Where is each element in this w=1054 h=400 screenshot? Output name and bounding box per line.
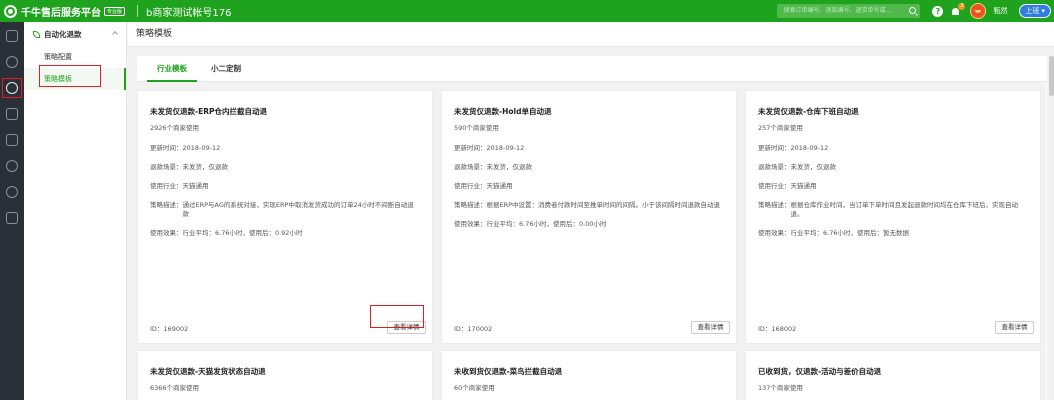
card-usage: 6366个商家使用 <box>150 384 200 392</box>
icon-rail <box>0 22 24 400</box>
annotation-highlight <box>370 305 424 328</box>
view-details-button[interactable]: 查看详情 <box>691 321 730 334</box>
card-title: 未发货仅退款-ERP仓内拦截自动退 <box>150 107 268 116</box>
scrollbar-thumb[interactable] <box>1049 56 1054 96</box>
subnav-group-header[interactable]: 自动化退款 <box>24 22 126 46</box>
app-logo[interactable]: 千牛售后服务平台 专业版 <box>0 4 135 19</box>
work-status-button[interactable]: 上班 ▾ <box>1019 4 1051 18</box>
card-update-time: 更新时间：2018-09-12 <box>758 144 829 152</box>
chevron-down-icon: ▾ <box>1041 7 1045 15</box>
card-usage: 60个商家使用 <box>454 384 495 392</box>
top-bar: 千牛售后服务平台 专业版 b商家测试帐号176 搜索订单编号、退款编号、退货单号… <box>0 0 1054 22</box>
tab-custom[interactable]: 小二定制 <box>201 56 251 82</box>
card-description: 策略描述： 根据ERP中设置：消费者付款时间至推单时间的间隔。小于该间隔时间退款… <box>454 201 724 210</box>
users-icon[interactable] <box>6 186 18 198</box>
subnav-group-label: 自动化退款 <box>44 29 82 39</box>
card-description-text: 根据ERP中设置：消费者付款时间至推单时间的间隔。小于该间隔时间退款自动退 <box>486 201 721 209</box>
card-description: 策略描述： 通过ERP与AG的系统对接，实现ERP中取消发货成功的订单24小时不… <box>150 201 420 219</box>
scrollbar[interactable] <box>1049 56 1054 400</box>
card-effect: 使用效果：行业平均：6.76小时，使用后：0.92小时 <box>150 229 303 237</box>
leaf-icon <box>33 30 40 38</box>
card-title: 未收到货仅退款-菜鸟拦截自动退 <box>454 367 563 376</box>
annotation-highlight <box>2 78 22 98</box>
annotation-highlight <box>39 65 101 87</box>
chevron-up-icon[interactable] <box>112 31 118 37</box>
header-divider <box>137 5 138 17</box>
notification-count-badge: 3 <box>958 2 966 10</box>
card-usage: 2926个商家使用 <box>150 124 200 132</box>
card-title: 已收到货，仅退款-活动与差价自动退 <box>758 367 882 376</box>
logo-icon <box>4 4 17 18</box>
card-id: ID：169002 <box>150 325 189 333</box>
money-icon[interactable] <box>6 56 18 68</box>
card-title: 未发货仅退款-Hold单自动退 <box>454 107 552 116</box>
template-grid: 未发货仅退款-ERP仓内拦截自动退 2926个商家使用 更新时间：2018-09… <box>137 82 1046 400</box>
template-card: 未发货仅退款-Hold单自动退 590个商家使用 更新时间：2018-09-12… <box>441 90 737 344</box>
card-description-text: 通过ERP与AG的系统对接，实现ERP中取消发货成功的订单24小时不间断自动退款 <box>182 201 414 218</box>
search-icon[interactable] <box>909 7 917 14</box>
card-scene: 退款场景：未发货，仅退款 <box>758 163 836 171</box>
card-industry: 使用行业：天猫通用 <box>758 182 817 190</box>
bell-icon[interactable]: 3 <box>950 2 966 17</box>
template-card: 未发货仅退款-天猫发货状态自动退 6366个商家使用 <box>137 350 433 400</box>
username[interactable]: 甄然 <box>993 6 1007 16</box>
card-usage: 137个商家使用 <box>758 384 803 392</box>
ticket-icon[interactable] <box>6 134 18 146</box>
card-description-label: 策略描述： <box>150 201 183 209</box>
search-input[interactable]: 搜索订单编号、退款编号、退货单号或... <box>777 4 921 18</box>
edition-badge: 专业版 <box>104 6 126 16</box>
card-description-text: 根据仓库作业时间，当订单下单时间且发起退款时间均在仓库下班后，实现自动退。 <box>790 201 1019 218</box>
card-description: 策略描述： 根据仓库作业时间，当订单下单时间且发起退款时间均在仓库下班后，实现自… <box>758 201 1028 219</box>
tab-bar: 行业模板 小二定制 <box>137 56 1047 82</box>
card-effect: 使用效果：行业平均：6.76小时，使用后：0.00小时 <box>454 220 607 228</box>
card-industry: 使用行业：天猫通用 <box>150 182 209 190</box>
page-title: 策略模板 <box>128 22 1054 47</box>
view-details-button[interactable]: 查看详情 <box>995 321 1034 334</box>
card-effect: 使用效果：行业平均：6.76小时，使用后：暂无数据 <box>758 229 909 237</box>
help-icon[interactable]: ? <box>932 5 944 17</box>
template-card: 未收到货仅退款-菜鸟拦截自动退 60个商家使用 <box>441 350 737 400</box>
calendar-icon[interactable] <box>6 212 18 224</box>
home-icon[interactable] <box>6 30 18 42</box>
sub-sidebar: 自动化退款 策略配置 策略模板 <box>24 22 127 400</box>
card-scene: 退款场景：未发货，仅退款 <box>150 163 228 171</box>
work-status-label: 上班 <box>1025 7 1040 15</box>
card-update-time: 更新时间：2018-09-12 <box>150 144 221 152</box>
avatar[interactable] <box>970 3 987 19</box>
card-description-label: 策略描述： <box>758 201 791 209</box>
list-icon[interactable] <box>6 108 18 120</box>
card-usage: 590个商家使用 <box>454 124 499 132</box>
tab-industry-templates[interactable]: 行业模板 <box>147 56 197 82</box>
app-title: 千牛售后服务平台 <box>21 7 101 19</box>
card-scene: 退款场景：未发货，仅退款 <box>454 163 532 171</box>
search-placeholder: 搜索订单编号、退款编号、退货单号或... <box>783 7 892 14</box>
clock-icon[interactable] <box>6 160 18 172</box>
account-name: b商家测试帐号176 <box>146 7 232 19</box>
card-industry: 使用行业：天猫通用 <box>454 182 513 190</box>
template-card: 已收到货，仅退款-活动与差价自动退 137个商家使用 <box>745 350 1041 400</box>
template-card: 未发货仅退款-仓库下班自动退 257个商家使用 更新时间：2018-09-12 … <box>745 90 1041 344</box>
card-title: 未发货仅退款-天猫发货状态自动退 <box>150 367 266 376</box>
card-title: 未发货仅退款-仓库下班自动退 <box>758 107 859 116</box>
card-description-label: 策略描述： <box>454 201 487 209</box>
card-update-time: 更新时间：2018-09-12 <box>454 144 525 152</box>
card-usage: 257个商家使用 <box>758 124 803 132</box>
card-id: ID：170002 <box>454 325 493 333</box>
card-id: ID：168002 <box>758 325 797 333</box>
